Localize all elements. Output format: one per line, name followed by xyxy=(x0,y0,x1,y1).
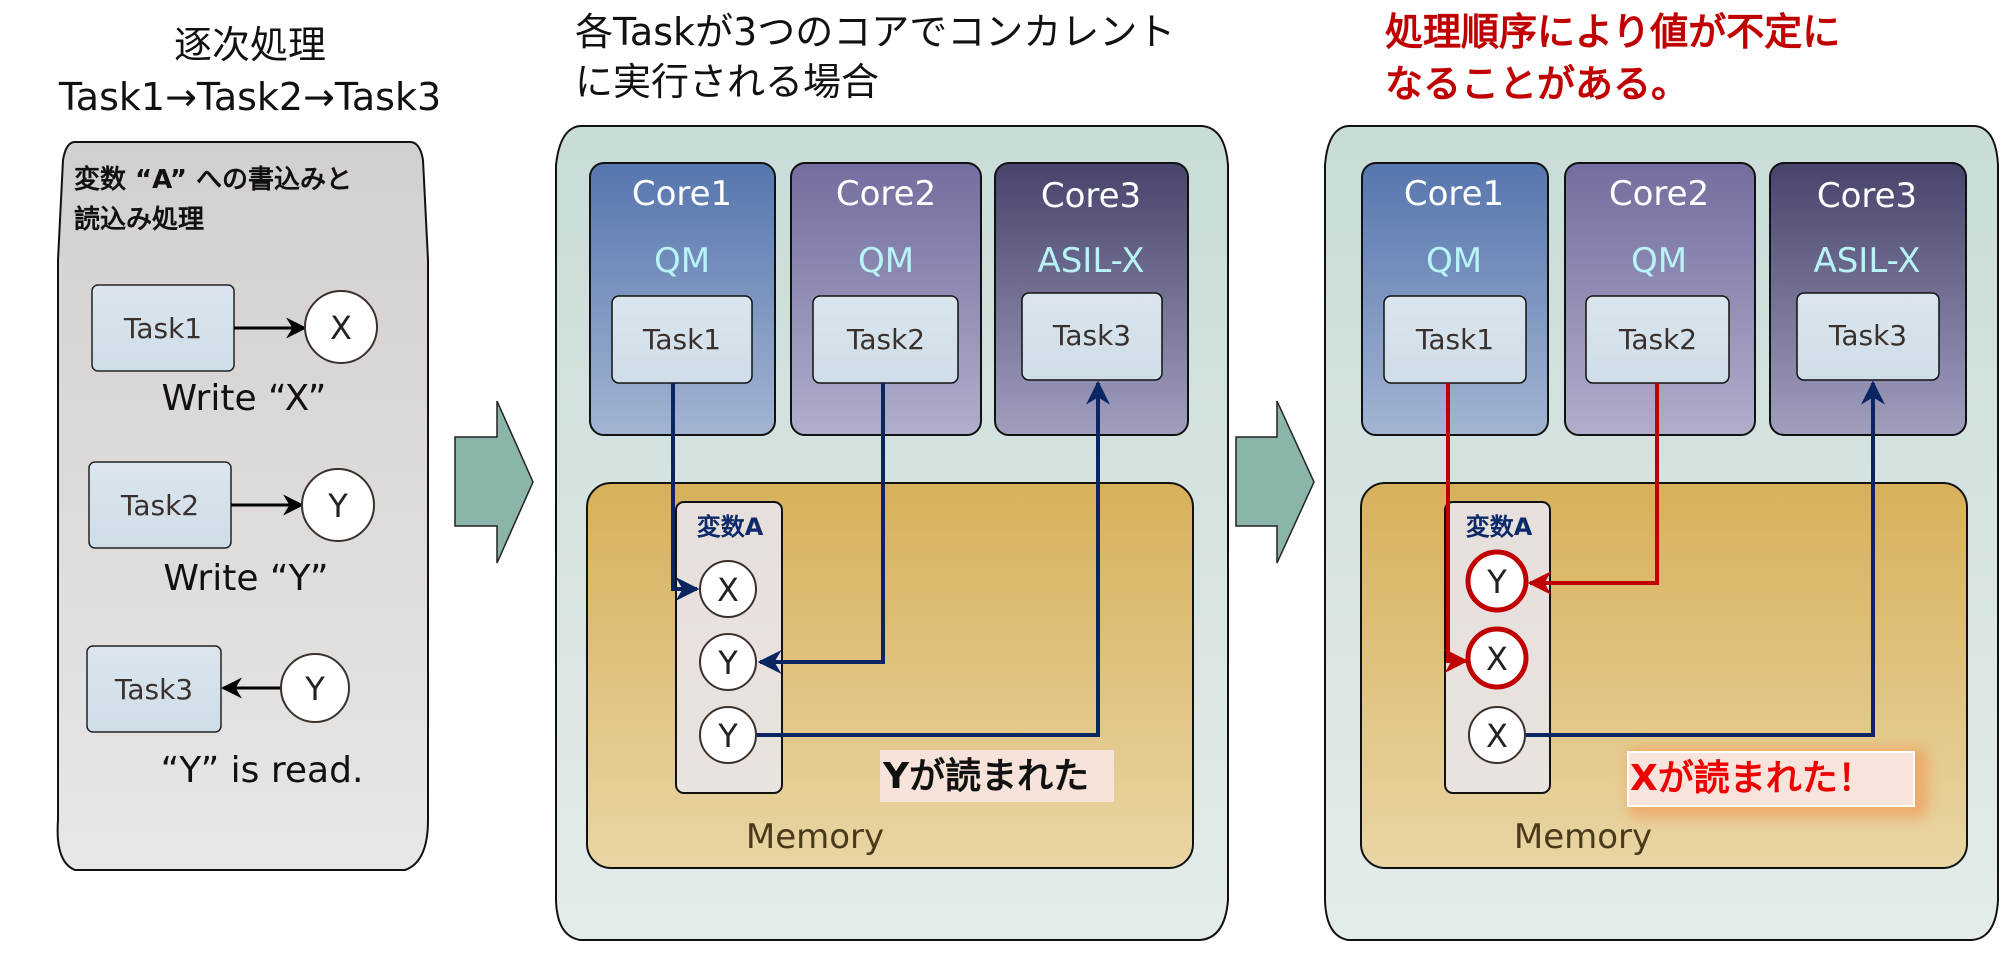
task1-label: Task1 xyxy=(642,323,721,356)
task1-label: Task1 xyxy=(123,312,202,345)
diagram-canvas: 逐次処理 Task1→Task2→Task3 変数 “A” への書込みと 読込み… xyxy=(56,10,1999,941)
memory-label: Memory xyxy=(746,817,884,857)
core1-block: Core1 QM Task1 xyxy=(589,162,776,436)
value-x-label: X xyxy=(330,309,352,347)
task2-label: Task2 xyxy=(120,489,199,522)
middle-title-line2: に実行される場合 xyxy=(575,60,879,104)
transition-arrow-icon xyxy=(1235,400,1315,564)
value-y-label: Y xyxy=(304,670,325,708)
core1-name: Core1 xyxy=(1404,174,1504,214)
task1-label: Task1 xyxy=(1415,323,1494,356)
cell-2-value: X xyxy=(1486,640,1508,678)
right-title-line2: なることがある。 xyxy=(1385,62,1689,106)
core3-name: Core3 xyxy=(1041,176,1141,216)
result-label: Xが読まれた！ xyxy=(1630,758,1874,799)
left-panel-heading-line1: 変数 “A” への書込みと xyxy=(74,164,352,195)
task2-label: Task2 xyxy=(1618,323,1697,356)
core2-level: QM xyxy=(858,241,914,281)
cell-1-value: Y xyxy=(1486,563,1507,601)
memory-label: Memory xyxy=(1514,817,1652,857)
right-title-line1: 処理順序により値が不定に xyxy=(1385,10,1840,54)
step3-caption: “Y” is read. xyxy=(161,750,364,791)
variable-a-label: 変数A xyxy=(697,513,764,541)
left-title-line1: 逐次処理 xyxy=(174,23,326,67)
core2-block: Core2 QM Task2 xyxy=(790,162,982,436)
task2-label: Task2 xyxy=(846,323,925,356)
middle-section: 各Taskが3つのコアでコンカレント に実行される場合 Core1 QM Tas… xyxy=(555,10,1229,941)
cell-1-value: X xyxy=(717,571,739,609)
core3-block: Core3 ASIL-X Task3 xyxy=(1769,162,1967,436)
result-label: Yが読まれた xyxy=(882,756,1089,797)
left-title-line2: Task1→Task2→Task3 xyxy=(58,75,441,119)
core1-level: QM xyxy=(1426,241,1482,281)
core1-level: QM xyxy=(654,241,710,281)
core2-name: Core2 xyxy=(1609,174,1709,214)
core3-level: ASIL-X xyxy=(1813,241,1920,281)
cell-3-value: Y xyxy=(717,717,738,755)
step1-caption: Write “X” xyxy=(162,378,327,419)
variable-a-label: 変数A xyxy=(1466,513,1533,541)
task3-label: Task3 xyxy=(114,673,193,706)
core2-name: Core2 xyxy=(836,174,936,214)
right-section: 処理順序により値が不定に なることがある。 Core1 QM Task1 Cor… xyxy=(1324,10,1999,941)
task3-label: Task3 xyxy=(1828,319,1907,352)
value-y-label: Y xyxy=(327,487,348,525)
core1-name: Core1 xyxy=(632,174,732,214)
cell-3-value: X xyxy=(1486,717,1508,755)
left-section: 逐次処理 Task1→Task2→Task3 変数 “A” への書込みと 読込み… xyxy=(56,23,441,871)
left-panel-heading-line2: 読込み処理 xyxy=(74,204,204,235)
step2-caption: Write “Y” xyxy=(163,558,328,599)
core1-block: Core1 QM Task1 xyxy=(1361,162,1549,436)
core2-level: QM xyxy=(1631,241,1687,281)
core3-block: Core3 ASIL-X Task3 xyxy=(994,162,1189,436)
core2-block: Core2 QM Task2 xyxy=(1564,162,1756,436)
middle-title-line1: 各Taskが3つのコアでコンカレント xyxy=(575,10,1175,54)
core3-level: ASIL-X xyxy=(1037,241,1144,281)
core3-name: Core3 xyxy=(1817,176,1917,216)
cell-2-value: Y xyxy=(717,644,738,682)
transition-arrow-icon xyxy=(454,400,534,564)
task3-label: Task3 xyxy=(1052,319,1131,352)
